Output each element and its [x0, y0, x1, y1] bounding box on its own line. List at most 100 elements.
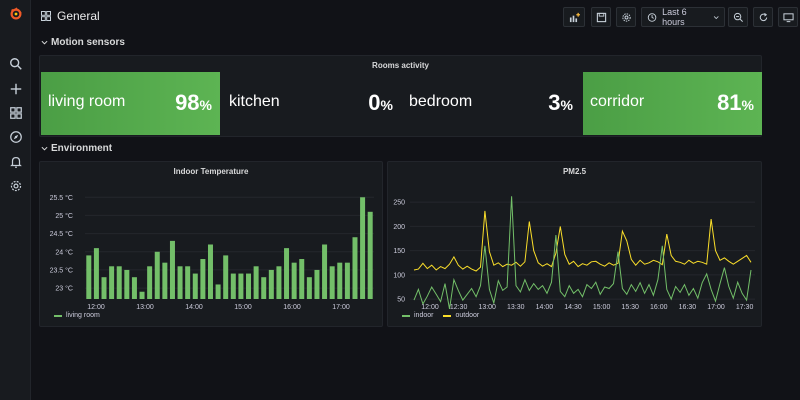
indoor-series-line[interactable] — [413, 196, 752, 309]
side-menu — [0, 0, 31, 400]
bar[interactable] — [230, 273, 236, 299]
temperature-legend: living room — [54, 312, 100, 319]
dashboards-icon[interactable] — [7, 104, 24, 121]
bar[interactable] — [147, 266, 153, 299]
stat-label: bedroom — [409, 93, 473, 110]
time-range-picker[interactable]: Last 6 hours — [641, 7, 725, 27]
stat-living-room[interactable]: living room 98% — [41, 72, 220, 135]
bar[interactable] — [93, 248, 99, 299]
bar[interactable] — [177, 266, 183, 299]
legend-swatch — [402, 314, 410, 317]
temperature-bar-chart: 23 °C 23.5 °C 24 °C 24.5 °C 25 °C 25.5 °C 12:0… — [50, 194, 374, 311]
legend-swatch — [443, 314, 452, 317]
legend-item-outdoor[interactable]: outdoor — [443, 312, 479, 319]
stat-number: 81 — [717, 90, 742, 115]
bar[interactable] — [131, 277, 137, 299]
bar[interactable] — [299, 259, 305, 299]
save-dashboard-button[interactable] — [591, 7, 611, 27]
x-tick-label: 12:00 — [87, 304, 105, 311]
bar[interactable] — [185, 266, 191, 299]
bar[interactable] — [200, 259, 206, 299]
bar[interactable] — [337, 262, 343, 299]
bar[interactable] — [344, 262, 350, 299]
bar[interactable] — [223, 255, 229, 299]
row-environment[interactable]: Environment — [41, 143, 112, 154]
bar[interactable] — [360, 197, 366, 299]
bar[interactable] — [207, 244, 213, 300]
bar[interactable] — [268, 269, 274, 299]
dashboard-settings-button[interactable] — [616, 7, 636, 27]
bar[interactable] — [246, 273, 252, 299]
stat-label: kitchen — [229, 93, 280, 110]
stat-kitchen[interactable]: kitchen 0% — [222, 72, 401, 135]
x-tick-label: 12:00 — [421, 304, 439, 311]
zoom-out-button[interactable] — [728, 7, 748, 27]
settings-gear-icon[interactable] — [7, 177, 24, 194]
y-tick-label: 24.5 °C — [50, 230, 73, 238]
y-tick-label: 23.5 °C — [50, 266, 73, 274]
bar[interactable] — [306, 277, 312, 299]
alerting-bell-icon[interactable] — [7, 153, 24, 170]
stat-value: 0% — [368, 90, 393, 116]
stat-unit: % — [741, 97, 754, 113]
x-tick-label: 17:00 — [707, 304, 725, 311]
plus-icon[interactable] — [7, 80, 24, 97]
bar[interactable] — [124, 269, 130, 299]
stat-number: 98 — [175, 90, 200, 115]
tv-mode-button[interactable] — [778, 7, 798, 27]
bar[interactable] — [276, 266, 282, 299]
bar[interactable] — [314, 269, 320, 299]
x-tick-label: 13:00 — [478, 304, 496, 311]
bar[interactable] — [215, 284, 221, 299]
explore-compass-icon[interactable] — [7, 128, 24, 145]
y-tick-label: 50 — [397, 297, 405, 304]
stat-unit: % — [380, 97, 393, 113]
bar[interactable] — [367, 211, 373, 299]
x-tick-label: 16:00 — [650, 304, 668, 311]
legend-item-indoor[interactable]: indoor — [402, 312, 433, 319]
legend-label: outdoor — [455, 312, 480, 319]
bar[interactable] — [284, 248, 290, 299]
stat-bedroom[interactable]: bedroom 3% — [402, 72, 581, 135]
refresh-button[interactable] — [753, 7, 773, 27]
add-panel-button[interactable] — [563, 7, 585, 27]
stat-value: 3% — [548, 90, 573, 116]
x-tick-label: 13:30 — [507, 304, 525, 311]
bar[interactable] — [291, 262, 297, 299]
refresh-icon — [759, 12, 767, 21]
bar[interactable] — [86, 255, 92, 299]
y-tick-label: 25 °C — [55, 212, 73, 220]
bar[interactable] — [253, 266, 259, 299]
legend-item-living-room[interactable]: living room — [54, 312, 100, 319]
bar[interactable] — [169, 240, 175, 299]
stat-number: 0 — [368, 90, 381, 115]
outdoor-series-line[interactable] — [413, 210, 752, 272]
bar[interactable] — [101, 277, 107, 299]
row-title: Environment — [51, 143, 113, 154]
chevron-down-icon — [713, 15, 719, 19]
bar[interactable] — [322, 244, 328, 300]
stat-corridor[interactable]: corridor 81% — [583, 72, 762, 135]
y-tick-label: 24 °C — [55, 248, 73, 256]
bar[interactable] — [154, 251, 160, 299]
bar[interactable] — [109, 266, 115, 299]
y-tick-label: 23 °C — [55, 285, 73, 293]
bar[interactable] — [192, 273, 198, 299]
legend-label: indoor — [414, 312, 434, 319]
bar[interactable] — [238, 273, 244, 299]
dashboard-title[interactable]: General — [41, 9, 100, 23]
bar[interactable] — [116, 266, 122, 299]
bar[interactable] — [261, 277, 267, 299]
bar[interactable] — [352, 237, 358, 299]
stat-value: 81% — [717, 90, 754, 116]
grafana-logo-icon[interactable] — [7, 5, 24, 22]
x-tick-label: 15:00 — [234, 304, 252, 311]
search-icon[interactable] — [7, 55, 24, 72]
x-tick-label: 16:30 — [679, 304, 697, 311]
bar[interactable] — [139, 291, 145, 299]
chevron-down-icon — [41, 146, 48, 151]
row-motion-sensors[interactable]: Motion sensors — [41, 37, 125, 48]
bar[interactable] — [329, 266, 335, 299]
bar[interactable] — [162, 262, 168, 299]
x-tick-label: 17:00 — [332, 304, 350, 311]
